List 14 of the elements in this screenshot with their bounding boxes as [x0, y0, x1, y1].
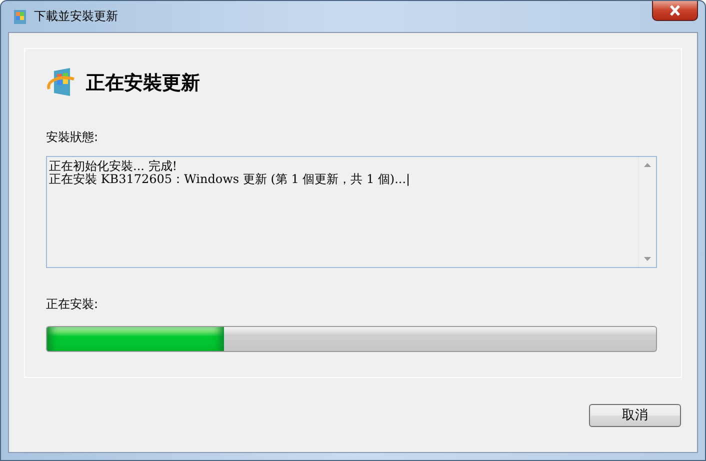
progress-label: 正在安裝:: [46, 296, 100, 313]
update-icon: [12, 8, 28, 24]
scroll-down-icon: [644, 257, 651, 261]
status-label: 安裝狀態:: [46, 129, 100, 146]
close-button[interactable]: [652, 1, 698, 21]
log-line: 正在安裝 KB3172605：Windows 更新 (第 1 個更新，共 1 個)...|: [49, 173, 412, 186]
log-line: 正在初始化安裝... 完成!: [49, 160, 178, 173]
dialog-heading: 正在安裝更新: [86, 71, 200, 96]
window-title: 下載並安裝更新: [34, 8, 118, 25]
cancel-button[interactable]: 取消: [589, 404, 681, 426]
status-log-box[interactable]: 正在初始化安裝... 完成! 正在安裝 KB3172605：Windows 更新 (第 1 個更新，共 1 個)...|: [46, 156, 657, 268]
close-icon: [669, 5, 681, 16]
scroll-up-icon: [644, 163, 651, 167]
update-icon: [46, 67, 76, 99]
